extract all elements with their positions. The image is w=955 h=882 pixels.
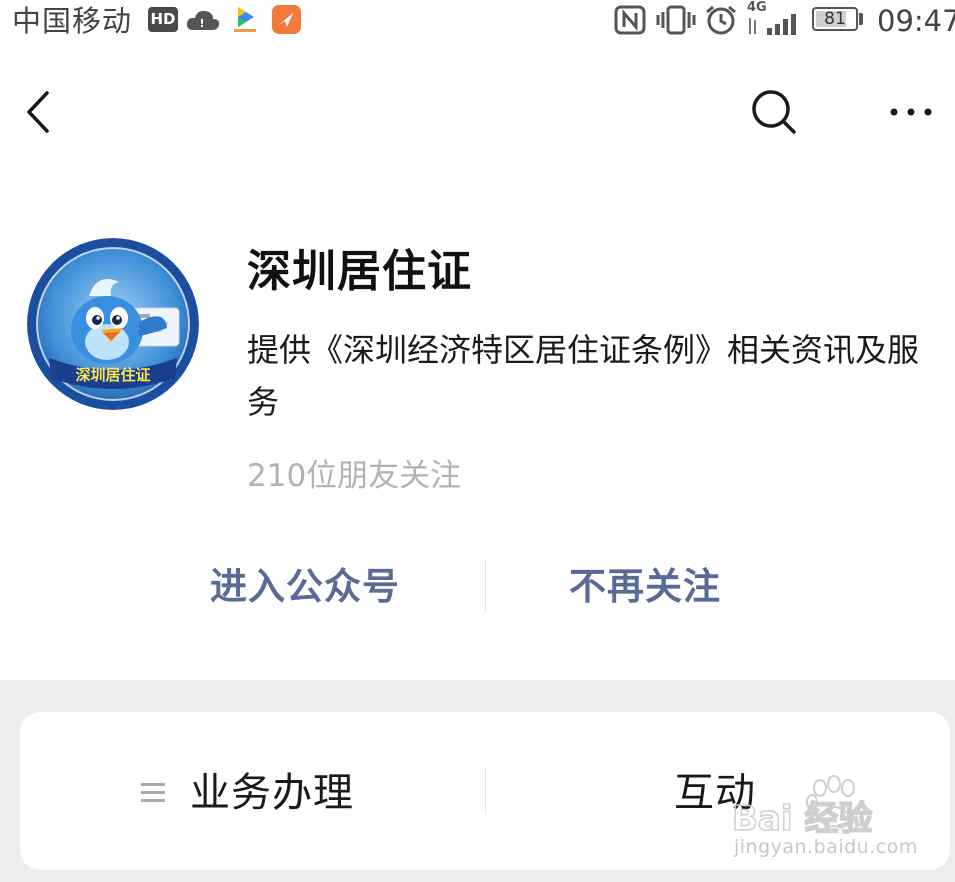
video-app-icon xyxy=(234,7,256,32)
vibrate-icon xyxy=(656,5,696,35)
unfollow-button[interactable]: 不再关注 xyxy=(530,556,760,618)
baidu-paw-logo: Bai 经验 xyxy=(731,775,873,840)
hd-badge: HD xyxy=(148,7,178,32)
chevron-left-icon xyxy=(27,91,49,133)
svg-text:!: ! xyxy=(199,17,204,30)
status-bar: 中国移动 HD ! 4G 81 09:47 xyxy=(0,0,955,42)
battery-level: 81 xyxy=(824,9,846,29)
more-button[interactable] xyxy=(882,95,942,129)
menu-item-label: 业务办理 xyxy=(190,770,354,816)
bird-mascot-logo: 深圳居住证 xyxy=(27,238,199,410)
watermark-brand: Bai 经验 xyxy=(732,799,872,836)
orange-app-icon xyxy=(272,5,301,34)
signal-icon xyxy=(749,14,796,35)
clock-time: 09:47 xyxy=(877,4,955,38)
more-dots-icon xyxy=(890,108,932,116)
battery-cap xyxy=(859,13,863,25)
action-divider xyxy=(485,560,486,612)
baidu-watermark: Bai 经验 jingyan.baidu.com xyxy=(728,774,917,864)
menu-item-business[interactable]: 业务办理 xyxy=(130,750,390,836)
menu-list-icon xyxy=(141,783,165,802)
watermark-url: jingyan.baidu.com xyxy=(734,836,918,858)
menu-divider xyxy=(485,766,486,814)
account-description: 提供《深圳经济特区居住证条例》相关资讯及服务 xyxy=(247,331,920,421)
enter-account-button[interactable]: 进入公众号 xyxy=(170,556,440,618)
followers-count: 210位朋友关注 xyxy=(247,458,462,494)
account-name: 深圳居住证 xyxy=(247,246,472,297)
carrier-name: 中国移动 xyxy=(12,4,133,38)
search-icon xyxy=(752,90,796,134)
account-avatar[interactable]: 深圳居住证 xyxy=(27,238,199,410)
battery-indicator: 81 xyxy=(812,7,858,31)
back-button[interactable] xyxy=(14,84,64,140)
cloud-icon: ! xyxy=(186,10,220,30)
search-button[interactable] xyxy=(745,85,803,141)
nfc-icon xyxy=(614,5,646,35)
alarm-icon xyxy=(706,5,736,35)
avatar-banner-text: 深圳居住证 xyxy=(75,366,150,384)
